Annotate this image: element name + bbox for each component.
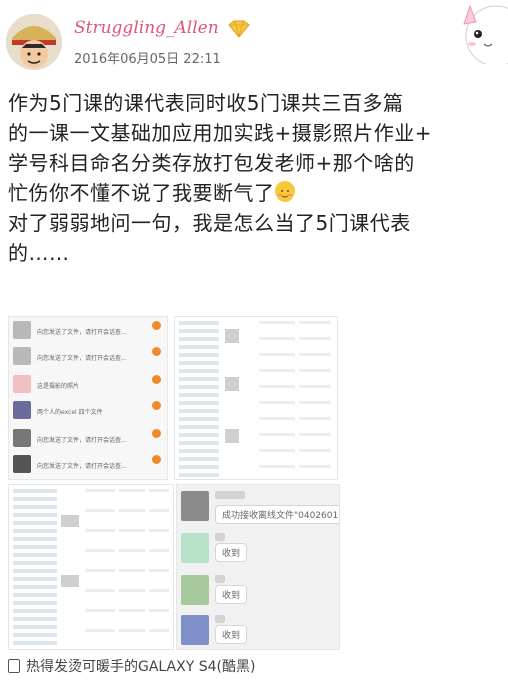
list-item: 向您发送了文件，请打开会话查...: [9, 345, 165, 369]
phone-icon: [8, 659, 20, 673]
unread-badge: [152, 375, 161, 384]
post-line: 对了弱弱地问一句，我是怎么当了5门课代表: [8, 211, 411, 235]
post-line: 学号科目命名分类存放打包发老师+那个啥的: [8, 151, 415, 175]
message-bubble: 收到: [215, 625, 248, 644]
post-line: 的一课一文基础加应用加实践+摄影照片作业+: [8, 121, 433, 145]
post-timestamp: 2016年06月05日 22:11: [74, 52, 221, 67]
unread-badge: [152, 401, 161, 410]
gallery-image-chat-list[interactable]: 向您发送了文件，请打开会话查... 向您发送了文件，请打开会话查... 这是摄影…: [8, 316, 168, 480]
chat-avatar: [181, 533, 209, 563]
username[interactable]: Struggling_Allen: [74, 18, 219, 38]
list-item: 两个人的excel 四个文件: [9, 399, 165, 423]
vip-diamond-icon: [226, 20, 252, 38]
message-bubble: 收到: [215, 585, 248, 604]
chat-preview: 向您发送了文件，请打开会话查...: [37, 437, 127, 444]
chat-avatar: [13, 455, 31, 473]
post-header: Struggling_Allen 2016年06月05日 22:11: [0, 0, 508, 80]
blush-emoji-icon: [274, 181, 295, 202]
image-gallery: 向您发送了文件，请打开会话查... 向您发送了文件，请打开会话查... 这是摄影…: [8, 316, 340, 650]
gallery-image-chat-messages[interactable]: 成功接收离线文件"0402601 收到 收到 收到: [176, 484, 340, 650]
post-content: 作为5门课的课代表同时收5门课共三百多篇 的一课一文基础加应用加实践+摄影照片作…: [8, 88, 502, 268]
chat-preview: 向您发送了文件，请打开会话查...: [37, 463, 127, 470]
chat-avatar: [13, 321, 31, 339]
chat-avatar: [181, 491, 209, 521]
chat-avatar: [13, 429, 31, 447]
blurred-name: [215, 533, 225, 541]
chat-preview: 两个人的excel 四个文件: [37, 409, 103, 416]
unread-badge: [152, 347, 161, 356]
chat-message: 收到: [181, 571, 335, 611]
blurred-name: [215, 491, 245, 499]
list-item: 向您发送了文件，请打开会话查...: [9, 319, 165, 343]
post-source[interactable]: 热得发烫可暖手的GALAXY S4(酷黑): [8, 656, 255, 676]
list-item: 这是摄影的照片: [9, 373, 165, 397]
list-item: 向您发送了文件，请打开会话查...: [9, 427, 165, 451]
mascot-decoration-icon: [462, 0, 508, 67]
chat-message: 收到: [181, 611, 335, 649]
chat-preview: 这是摄影的照片: [37, 383, 80, 390]
post-line: 的……: [8, 241, 70, 265]
post-line: 忙伤你不懂不说了我要断气了: [8, 181, 275, 205]
message-bubble: 成功接收离线文件"0402601: [215, 505, 339, 524]
gallery-image-file-list[interactable]: [174, 316, 338, 480]
chat-avatar: [181, 575, 209, 605]
chat-message: 收到: [181, 529, 335, 569]
unread-badge: [152, 321, 161, 330]
unread-badge: [152, 429, 161, 438]
chat-avatar: [13, 347, 31, 365]
post-line-with-emoji: 忙伤你不懂不说了我要断气了: [8, 178, 502, 208]
source-device: 热得发烫可暖手的GALAXY S4(酷黑): [26, 659, 256, 675]
chat-avatar: [13, 375, 31, 393]
chat-avatar: [13, 401, 31, 419]
chat-preview: 向您发送了文件，请打开会话查...: [37, 329, 127, 336]
list-item: 向您发送了文件，请打开会话查...: [9, 453, 165, 477]
chat-preview: 向您发送了文件，请打开会话查...: [37, 355, 127, 362]
blurred-name: [215, 615, 225, 623]
file-list-rows: [13, 489, 169, 645]
blurred-name: [215, 575, 225, 583]
gallery-image-file-list[interactable]: [8, 484, 174, 650]
unread-badge: [152, 455, 161, 464]
message-bubble: 收到: [215, 543, 248, 562]
post-line: 作为5门课的课代表同时收5门课共三百多篇: [8, 91, 404, 115]
file-list-rows: [179, 321, 331, 477]
avatar[interactable]: [6, 14, 62, 70]
chat-avatar: [181, 615, 209, 645]
chat-message: 成功接收离线文件"0402601: [181, 487, 339, 527]
